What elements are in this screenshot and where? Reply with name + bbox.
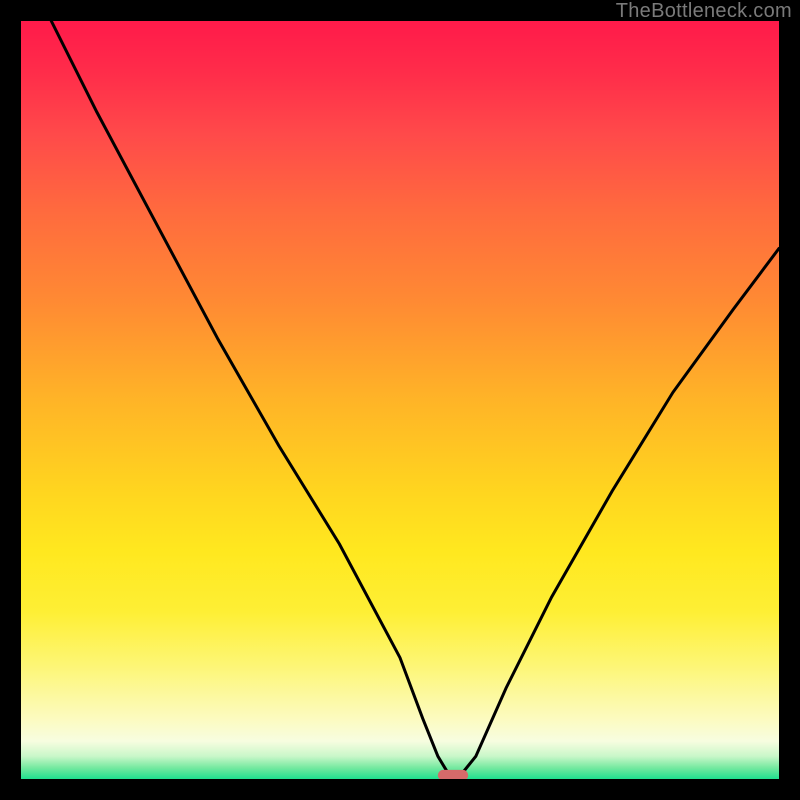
plot-area bbox=[21, 21, 779, 779]
watermark-text: TheBottleneck.com bbox=[616, 0, 792, 23]
curve-svg bbox=[21, 21, 779, 779]
bottleneck-curve bbox=[51, 21, 779, 775]
min-marker bbox=[438, 770, 468, 779]
chart-frame: TheBottleneck.com bbox=[0, 0, 800, 800]
